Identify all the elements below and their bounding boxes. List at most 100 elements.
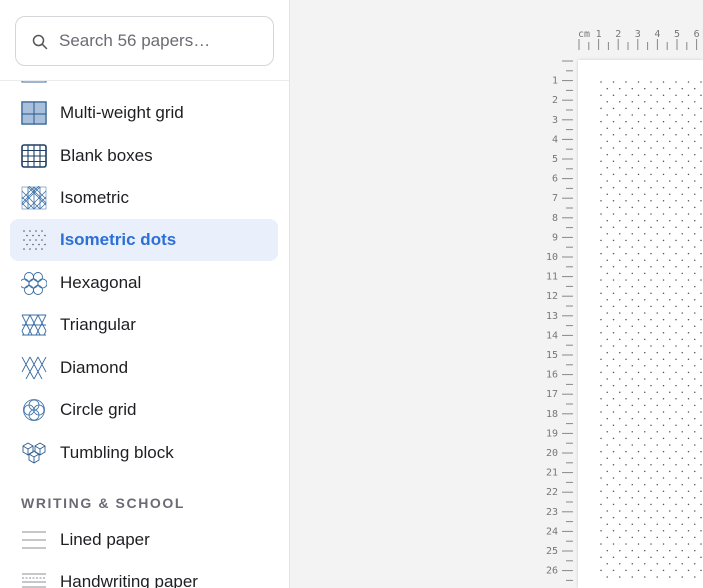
isometric-dots-icon bbox=[21, 228, 47, 252]
grid-dot bbox=[606, 299, 608, 301]
sidebar-item-hexagonal[interactable]: Hexagonal bbox=[10, 262, 278, 304]
sidebar-item-handwriting-paper[interactable]: Handwriting paper bbox=[10, 561, 278, 588]
grid-dot bbox=[669, 470, 671, 473]
sidebar-item-blank-boxes[interactable]: Blank boxes bbox=[10, 135, 278, 177]
grid-dot bbox=[625, 186, 627, 189]
grid-dot bbox=[681, 153, 683, 156]
grid-dot bbox=[644, 325, 646, 327]
sidebar-item-isometric[interactable]: Isometric bbox=[10, 177, 278, 219]
grid-dot bbox=[644, 299, 646, 301]
grid-dot bbox=[656, 510, 658, 512]
grid-dot bbox=[656, 272, 658, 275]
grid-dot bbox=[700, 503, 702, 506]
grid-dot bbox=[600, 160, 602, 162]
grid-dot bbox=[687, 424, 690, 426]
grid-dot bbox=[650, 160, 652, 162]
grid-dot bbox=[637, 490, 640, 492]
sidebar-item-circle-grid[interactable]: Circle grid bbox=[10, 389, 278, 431]
grid-dot bbox=[644, 470, 646, 473]
grid-dot bbox=[619, 87, 621, 90]
grid-dot bbox=[650, 81, 652, 83]
grid-dot bbox=[675, 134, 677, 136]
grid-dot bbox=[662, 569, 665, 572]
grid-dot bbox=[662, 477, 665, 479]
sidebar-item-label: Diamond bbox=[60, 358, 129, 377]
grid-dot bbox=[687, 477, 690, 479]
sidebar-item-diamond[interactable]: Diamond bbox=[10, 347, 278, 389]
grid-dot bbox=[606, 457, 608, 459]
grid-dot bbox=[694, 180, 696, 182]
grid-dot bbox=[681, 219, 683, 222]
grid-dot bbox=[656, 114, 658, 116]
grid-dot bbox=[669, 365, 671, 367]
grid-dot bbox=[644, 510, 646, 512]
grid-dot bbox=[694, 87, 696, 90]
grid-dot bbox=[631, 285, 633, 288]
grid-dot bbox=[637, 160, 640, 162]
ruler-label: 6 bbox=[552, 174, 558, 185]
grid-dot bbox=[612, 305, 615, 308]
grid-dot bbox=[675, 556, 677, 558]
grid-dot bbox=[631, 523, 633, 525]
grid-dot bbox=[694, 563, 696, 565]
grid-dot bbox=[650, 358, 652, 360]
grid-dot bbox=[656, 497, 658, 499]
grid-dot bbox=[681, 391, 683, 393]
grid-dot bbox=[612, 147, 615, 149]
hexagonal-icon bbox=[19, 271, 48, 295]
grid-dot bbox=[675, 239, 677, 242]
grid-dot bbox=[625, 556, 627, 558]
grid-dot bbox=[687, 173, 690, 176]
sidebar-item-tumbling-block[interactable]: Tumbling block bbox=[10, 432, 278, 474]
grid-dot bbox=[669, 285, 671, 288]
grid-dot bbox=[637, 239, 640, 242]
ruler-label: 17 bbox=[546, 389, 558, 400]
ruler-label: 16 bbox=[546, 370, 558, 381]
triangular-icon bbox=[21, 313, 47, 337]
grid-dot bbox=[656, 470, 658, 473]
grid-dot bbox=[606, 206, 608, 209]
grid-dot bbox=[662, 358, 665, 360]
search-input[interactable] bbox=[59, 18, 264, 64]
grid-dot bbox=[656, 549, 658, 552]
sidebar-item-isometric-dots[interactable]: Isometric dots bbox=[10, 219, 278, 261]
grid-dot bbox=[662, 464, 665, 466]
sidebar-item-lined-paper[interactable]: Lined paper bbox=[10, 519, 278, 561]
grid-dot bbox=[600, 173, 602, 176]
grid-dot bbox=[687, 530, 690, 532]
grid-dot bbox=[612, 266, 615, 268]
grid-dot bbox=[637, 200, 640, 202]
grid-dot bbox=[606, 497, 608, 499]
grid-dot bbox=[644, 536, 646, 539]
grid-dot bbox=[625, 94, 627, 96]
grid-dot bbox=[694, 417, 696, 420]
grid-dot bbox=[619, 127, 621, 129]
grid-dot bbox=[631, 219, 633, 222]
sidebar-item-triangular[interactable]: Triangular bbox=[10, 304, 278, 346]
grid-dot bbox=[631, 193, 633, 195]
grid-dot bbox=[625, 173, 627, 176]
grid-dot bbox=[687, 239, 690, 242]
grid-dot bbox=[644, 127, 646, 129]
grid-dot bbox=[681, 325, 683, 327]
grid-dot bbox=[681, 285, 683, 288]
grid-dot bbox=[637, 530, 640, 532]
sidebar-item-multi-weight-grid[interactable]: Multi-weight grid bbox=[10, 92, 278, 134]
grid-dot bbox=[637, 464, 640, 466]
grid-dot bbox=[700, 569, 702, 572]
grid-dot bbox=[650, 318, 652, 321]
grid-dot bbox=[700, 477, 702, 479]
grid-dot bbox=[644, 101, 646, 103]
grid-dot bbox=[700, 490, 702, 492]
grid-dot bbox=[637, 292, 640, 294]
grid-dot bbox=[687, 186, 690, 189]
grid-dot bbox=[687, 252, 690, 255]
grid-dot bbox=[669, 206, 671, 209]
grid-dot bbox=[681, 576, 683, 578]
search-icon bbox=[32, 34, 48, 50]
grid-dot bbox=[662, 252, 665, 255]
grid-dot bbox=[612, 292, 615, 294]
grid-dot bbox=[687, 490, 690, 492]
grid-dot bbox=[637, 503, 640, 506]
grid-dot bbox=[619, 457, 621, 459]
